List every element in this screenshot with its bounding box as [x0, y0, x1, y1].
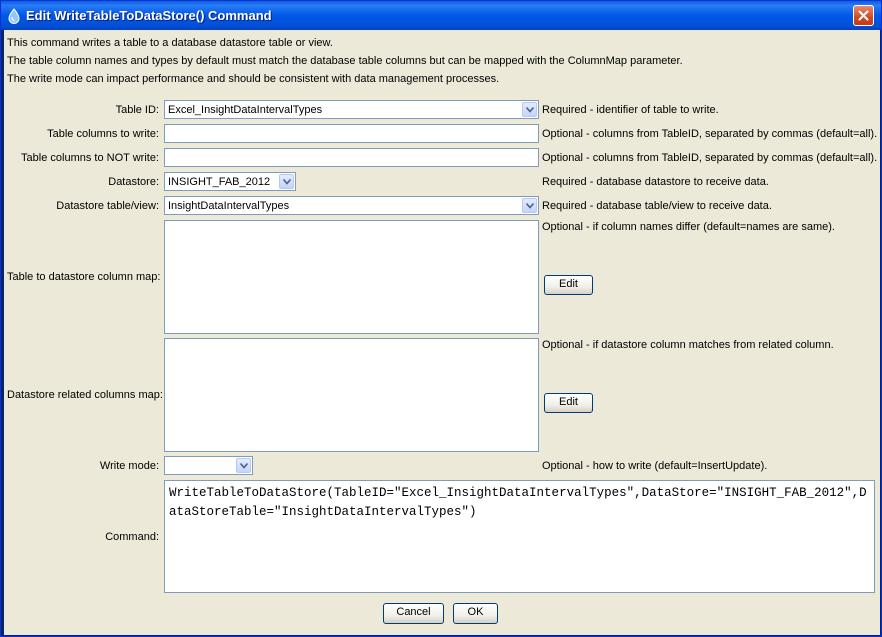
column-map-label: Table to datastore column map:	[7, 271, 161, 283]
datastore-table-dropdown-button[interactable]	[522, 198, 537, 213]
write-mode-dropdown-button[interactable]	[236, 458, 251, 473]
table-id-dropdown-button[interactable]	[522, 102, 537, 117]
description-line-1: This command writes a table to a databas…	[7, 37, 333, 49]
include-columns-input[interactable]	[164, 124, 539, 143]
window-title: Edit WriteTableToDataStore() Command	[26, 8, 272, 23]
chevron-down-icon	[283, 179, 291, 185]
datastore-note: Required - database datastore to receive…	[542, 176, 769, 188]
exclude-columns-label: Table columns to NOT write:	[21, 152, 159, 164]
column-map-note: Optional - if column names differ (defau…	[542, 221, 835, 233]
datastore-table-note: Required - database table/view to receiv…	[542, 200, 772, 212]
title-bar[interactable]: Edit WriteTableToDataStore() Command	[1, 1, 881, 30]
close-icon	[858, 10, 869, 21]
table-id-combo[interactable]: Excel_InsightDataIntervalTypes	[164, 100, 539, 119]
close-button[interactable]	[853, 5, 874, 26]
datastore-combo[interactable]: INSIGHT_FAB_2012	[164, 172, 296, 191]
include-columns-note: Optional - columns from TableID, separat…	[542, 128, 878, 140]
related-columns-map-note: Optional - if datastore column matches f…	[542, 339, 834, 351]
write-mode-label: Write mode:	[99, 460, 159, 472]
dialog-window: Edit WriteTableToDataStore() Command Thi…	[0, 0, 882, 637]
ok-button[interactable]: OK	[453, 603, 498, 624]
command-label: Command:	[105, 531, 159, 543]
related-columns-map-label: Datastore related columns map:	[7, 389, 163, 401]
table-id-note: Required - identifier of table to write.	[542, 104, 719, 116]
datastore-table-label: Datastore table/view:	[56, 200, 159, 212]
datastore-dropdown-button[interactable]	[279, 174, 294, 189]
chevron-down-icon	[240, 463, 248, 469]
datastore-table-combo[interactable]: InsightDataIntervalTypes	[164, 196, 539, 215]
column-map-edit-button[interactable]: Edit	[544, 275, 593, 295]
command-textarea[interactable]: WriteTableToDataStore(TableID="Excel_Ins…	[164, 480, 875, 593]
table-id-label: Table ID:	[115, 104, 159, 116]
exclude-columns-note: Optional - columns from TableID, separat…	[542, 152, 878, 164]
write-mode-note: Optional - how to write (default=InsertU…	[542, 460, 768, 472]
chevron-down-icon	[526, 107, 534, 113]
column-map-textarea[interactable]	[164, 220, 539, 334]
exclude-columns-input[interactable]	[164, 148, 539, 167]
water-drop-icon	[7, 8, 21, 24]
description-line-3: The write mode can impact performance an…	[7, 73, 500, 85]
datastore-value: INSIGHT_FAB_2012	[168, 176, 271, 188]
datastore-label: Datastore:	[108, 176, 159, 188]
include-columns-label: Table columns to write:	[47, 128, 159, 140]
cancel-button[interactable]: Cancel	[383, 603, 444, 624]
write-mode-combo[interactable]	[164, 456, 253, 475]
dialog-content: This command writes a table to a databas…	[4, 30, 880, 635]
chevron-down-icon	[526, 203, 534, 209]
related-columns-map-edit-button[interactable]: Edit	[544, 393, 593, 413]
related-columns-map-textarea[interactable]	[164, 338, 539, 452]
table-id-value: Excel_InsightDataIntervalTypes	[168, 104, 323, 116]
description-line-2: The table column names and types by defa…	[7, 55, 683, 67]
datastore-table-value: InsightDataIntervalTypes	[168, 200, 290, 212]
